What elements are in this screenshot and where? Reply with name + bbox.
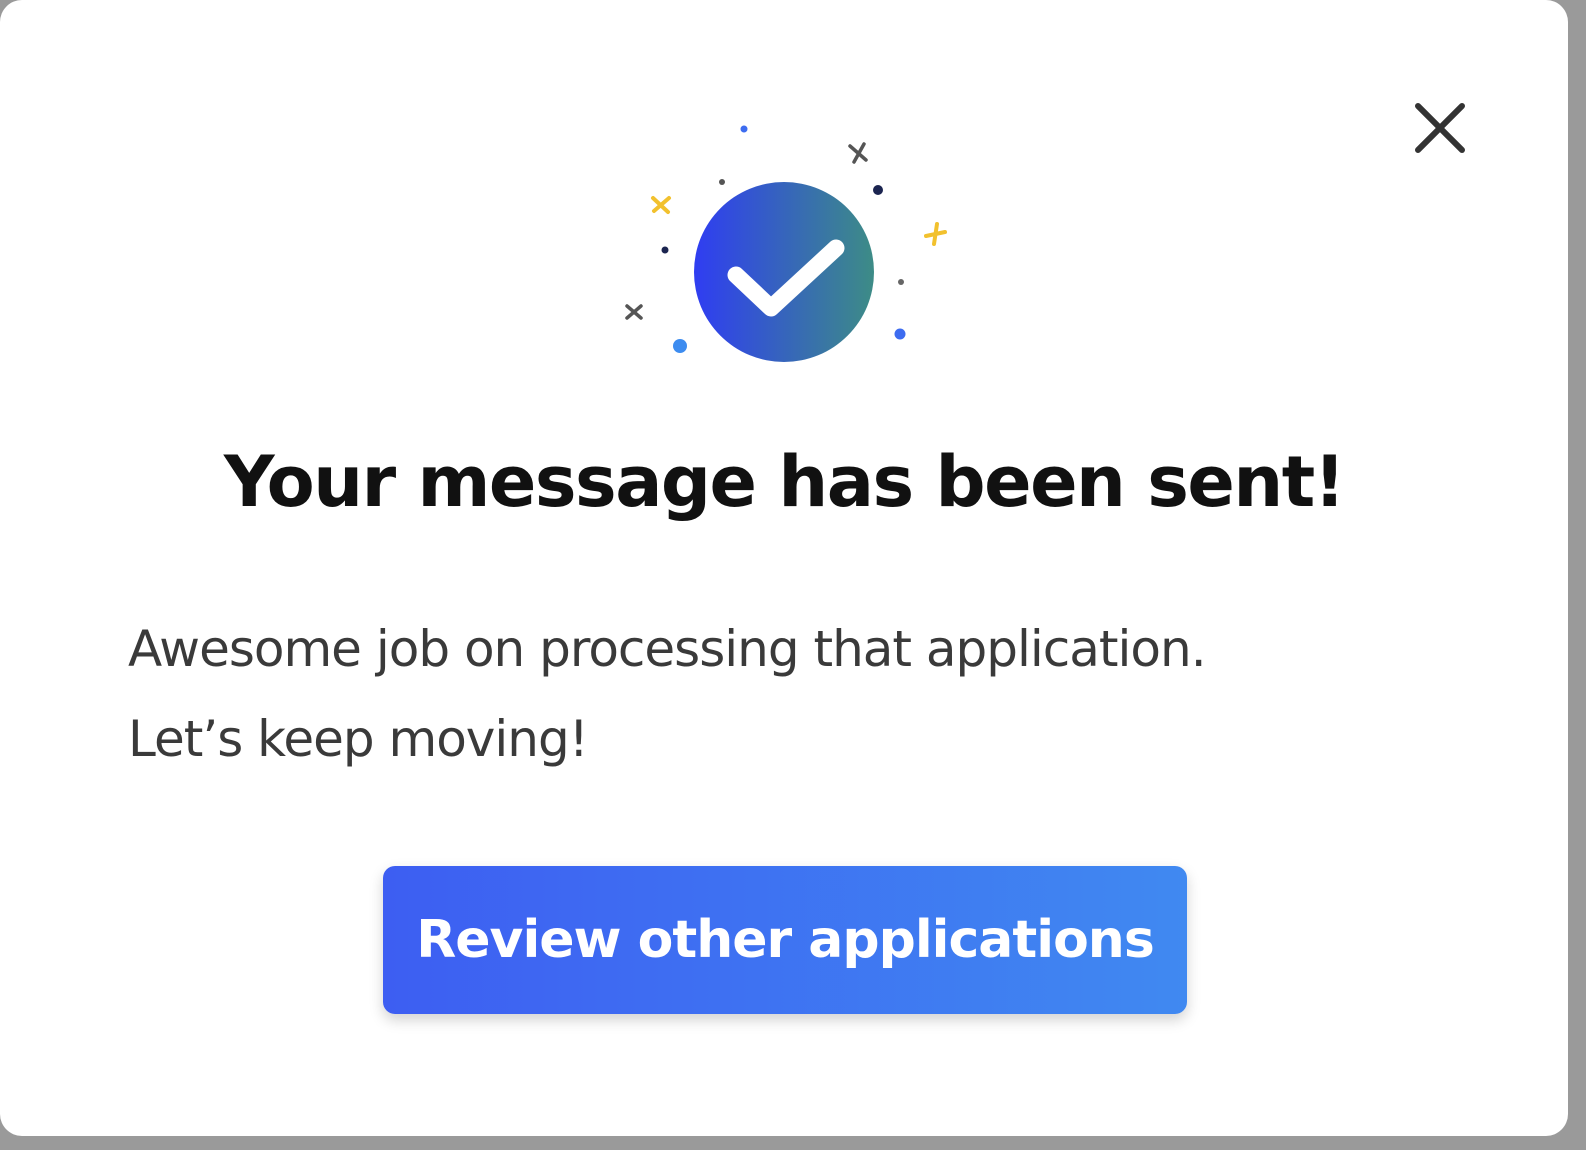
success-checkmark-icon bbox=[694, 182, 874, 362]
dialog-body-line-1: Awesome job on processing that applicati… bbox=[128, 620, 1207, 678]
close-button[interactable] bbox=[1402, 90, 1478, 166]
dialog-title: Your message has been sent! bbox=[223, 441, 1346, 523]
close-icon bbox=[1415, 103, 1465, 153]
success-illustration bbox=[600, 110, 970, 380]
dialog-body: Awesome job on processing that applicati… bbox=[128, 604, 1428, 784]
confetti-decoration bbox=[625, 125, 947, 362]
success-dialog: Your message has been sent! Awesome job … bbox=[0, 0, 1568, 1136]
review-other-applications-button[interactable]: Review other applications bbox=[383, 866, 1187, 1014]
dialog-body-line-2: Let’s keep moving! bbox=[128, 710, 589, 768]
